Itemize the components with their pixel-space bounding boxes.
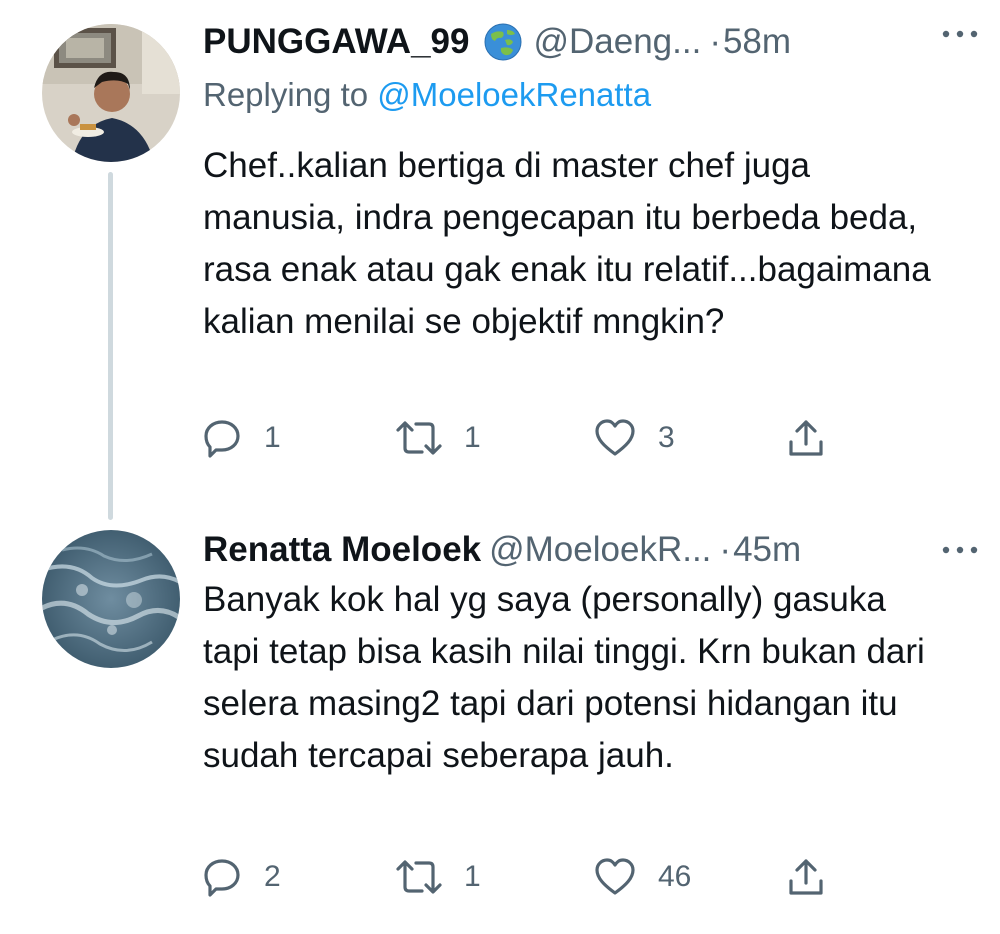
- retweet-count: 1: [464, 421, 481, 454]
- share-button[interactable]: [784, 852, 828, 902]
- retweet-button[interactable]: 1: [394, 413, 481, 463]
- speech-bubble-icon: [200, 855, 244, 899]
- retweet-icon: [394, 855, 444, 899]
- retweet-icon: [394, 416, 444, 460]
- share-icon: [784, 416, 828, 460]
- handle[interactable]: @Daeng...: [533, 22, 701, 62]
- separator: ·: [709, 22, 721, 61]
- like-count: 46: [658, 860, 692, 893]
- tweet-actions: 1 1 3: [200, 413, 840, 463]
- timestamp[interactable]: 58m: [723, 22, 791, 62]
- tweet-header: Renatta Moeloek @MoeloekR... · 45m: [203, 528, 970, 572]
- tweet-actions: 2 1 46: [200, 852, 840, 902]
- retweet-button[interactable]: 1: [394, 852, 481, 902]
- thread-line: [108, 172, 113, 520]
- display-name[interactable]: Renatta Moeloek: [203, 530, 481, 570]
- avatar[interactable]: [42, 530, 180, 668]
- avatar-photo: [42, 24, 180, 162]
- avatar-photo: [42, 530, 180, 668]
- like-button[interactable]: 3: [592, 413, 675, 463]
- tweet[interactable]: Renatta Moeloek @MoeloekR... · 45m Banya…: [0, 520, 1000, 934]
- reply-count: 1: [264, 421, 281, 454]
- tweet-text: Banyak kok hal yg saya (personally) gasu…: [203, 580, 925, 775]
- handle[interactable]: @MoeloekR...: [489, 530, 711, 570]
- reply-button[interactable]: 1: [200, 413, 281, 463]
- retweet-count: 1: [464, 860, 481, 893]
- heart-icon: [592, 416, 638, 460]
- tweet-header: PUNGGAWA_99 @Daeng... · 58m: [203, 20, 970, 64]
- like-button[interactable]: 46: [592, 852, 691, 902]
- separator: ·: [719, 530, 732, 569]
- reply-button[interactable]: 2: [200, 852, 281, 902]
- heart-icon: [592, 855, 638, 899]
- share-icon: [784, 855, 828, 899]
- replying-prefix: Replying to: [203, 76, 378, 113]
- display-name[interactable]: PUNGGAWA_99: [203, 22, 469, 62]
- speech-bubble-icon: [200, 416, 244, 460]
- like-count: 3: [658, 421, 675, 454]
- avatar[interactable]: [42, 24, 180, 162]
- replying-to: Replying to @MoeloekRenatta: [203, 76, 651, 114]
- mention-link[interactable]: @MoeloekRenatta: [377, 76, 651, 113]
- more-horizontal-icon[interactable]: [938, 22, 982, 46]
- more-horizontal-icon[interactable]: [938, 538, 982, 562]
- tweet-text: Chef..kalian bertiga di master chef juga…: [203, 146, 931, 341]
- share-button[interactable]: [784, 413, 828, 463]
- tweet[interactable]: PUNGGAWA_99 @Daeng... · 58m Replying to …: [0, 0, 1000, 520]
- globe-asia-australia-icon: [483, 22, 523, 62]
- timestamp[interactable]: 45m: [733, 530, 801, 570]
- reply-count: 2: [264, 860, 281, 893]
